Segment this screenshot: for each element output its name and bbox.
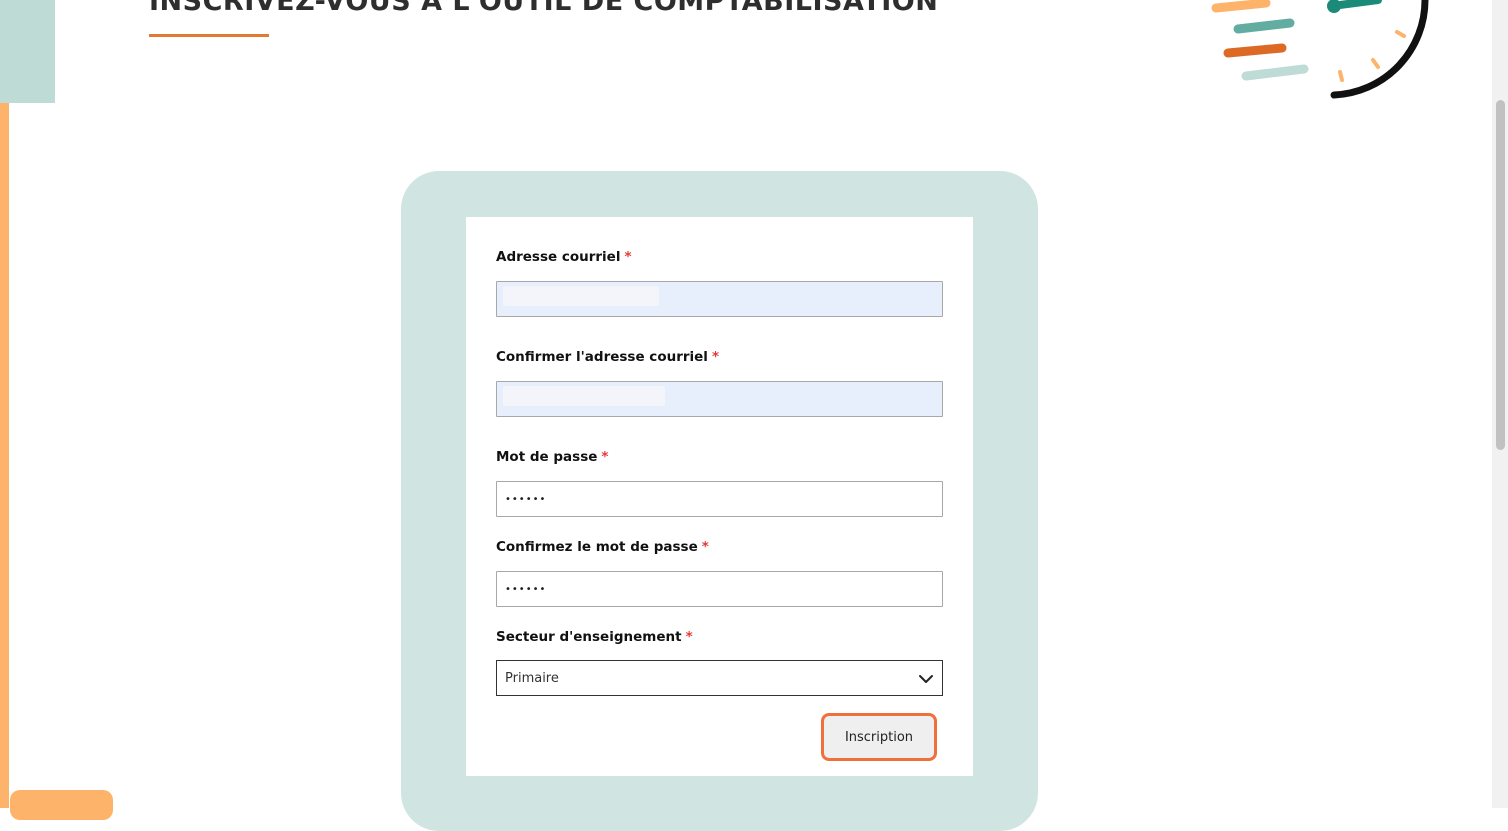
password-label-text: Mot de passe: [496, 449, 598, 465]
password-label: Mot de passe *: [496, 449, 608, 465]
clock-illustration: [1211, 0, 1429, 99]
sector-label-text: Secteur d'enseignement: [496, 629, 682, 645]
scrollbar-thumb[interactable]: [1496, 100, 1505, 450]
confirm-email-label-text: Confirmer l'adresse courriel: [496, 349, 708, 365]
sector-label: Secteur d'enseignement *: [496, 629, 693, 645]
inscription-button[interactable]: Inscription: [821, 713, 937, 761]
confirm-password-value: ••••••: [505, 583, 547, 595]
required-mark: *: [601, 449, 609, 465]
confirm-email-input[interactable]: [496, 381, 943, 417]
clock-icon: [1327, 0, 1429, 99]
confirm-password-input[interactable]: ••••••: [496, 571, 943, 607]
page-scrollbar[interactable]: [1492, 0, 1508, 808]
email-input[interactable]: [496, 281, 943, 317]
decorative-orange-pill: [10, 790, 113, 820]
required-mark: *: [685, 629, 693, 645]
email-value-redacted: [503, 286, 659, 306]
confirm-email-label: Confirmer l'adresse courriel *: [496, 349, 719, 365]
confirm-email-value-redacted: [503, 386, 665, 406]
confirm-password-label: Confirmez le mot de passe *: [496, 539, 709, 555]
title-underline: [149, 34, 269, 37]
decorative-teal-block: [0, 0, 55, 103]
sector-select[interactable]: Primaire: [496, 660, 943, 696]
email-label-text: Adresse courriel: [496, 249, 621, 265]
sector-selected-value: Primaire: [505, 670, 559, 686]
password-value: ••••••: [505, 493, 547, 505]
confirm-password-label-text: Confirmez le mot de passe: [496, 539, 698, 555]
chevron-down-icon: [919, 675, 933, 683]
required-mark: *: [711, 349, 719, 365]
password-input[interactable]: ••••••: [496, 481, 943, 517]
required-mark: *: [701, 539, 709, 555]
email-label: Adresse courriel *: [496, 249, 632, 265]
decorative-orange-bar: [0, 103, 9, 808]
speed-lines: [1211, 0, 1309, 81]
required-mark: *: [624, 249, 632, 265]
page-title: INSCRIVEZ-VOUS À L'OUTIL DE COMPTABILISA…: [149, 0, 939, 17]
